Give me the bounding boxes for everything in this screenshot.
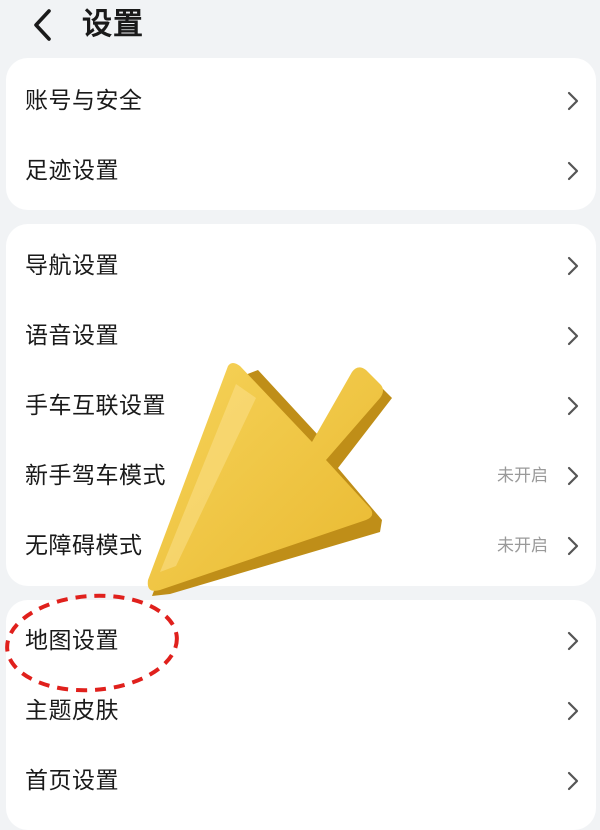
chevron-right-icon xyxy=(567,631,579,651)
settings-item-footprint[interactable]: 足迹设置 xyxy=(6,136,596,206)
settings-item-label: 无障碍模式 xyxy=(25,533,143,559)
settings-item-label: 地图设置 xyxy=(25,628,119,654)
settings-item-label: 语音设置 xyxy=(25,323,119,349)
settings-item-label: 足迹设置 xyxy=(25,158,119,184)
status-text: 未开启 xyxy=(497,466,548,486)
settings-item-theme[interactable]: 主题皮肤 xyxy=(6,676,596,746)
settings-item-label: 导航设置 xyxy=(25,253,119,279)
settings-item-label: 主题皮肤 xyxy=(25,698,119,724)
chevron-right-icon xyxy=(567,326,579,346)
back-button[interactable] xyxy=(22,4,62,46)
settings-item-car-connect[interactable]: 手车互联设置 xyxy=(6,371,596,441)
top-bar: 设置 xyxy=(0,0,600,52)
settings-item-label: 新手驾车模式 xyxy=(25,463,166,489)
settings-item-homepage[interactable]: 首页设置 xyxy=(6,746,596,816)
settings-item-map[interactable]: 地图设置 xyxy=(6,606,596,676)
settings-item-voice[interactable]: 语音设置 xyxy=(6,301,596,371)
settings-item-label: 账号与安全 xyxy=(25,88,143,114)
settings-group-driving: 导航设置 语音设置 手车互联设置 新手驾车模式 未开启 无障碍模式 未开启 xyxy=(6,224,596,586)
settings-item-novice-mode[interactable]: 新手驾车模式 未开启 xyxy=(6,441,596,511)
chevron-right-icon xyxy=(567,701,579,721)
chevron-right-icon xyxy=(567,536,579,556)
settings-group-account: 账号与安全 足迹设置 xyxy=(6,58,596,210)
page-title: 设置 xyxy=(82,7,144,42)
settings-item-label: 首页设置 xyxy=(25,768,119,794)
settings-item-account-security[interactable]: 账号与安全 xyxy=(6,66,596,136)
chevron-right-icon xyxy=(567,91,579,111)
chevron-left-icon xyxy=(34,9,51,41)
settings-item-accessibility-mode[interactable]: 无障碍模式 未开启 xyxy=(6,511,596,581)
chevron-right-icon xyxy=(567,256,579,276)
status-text: 未开启 xyxy=(497,536,548,556)
chevron-right-icon xyxy=(567,466,579,486)
settings-item-navigation[interactable]: 导航设置 xyxy=(6,231,596,301)
settings-group-display: 地图设置 主题皮肤 首页设置 xyxy=(6,600,596,830)
chevron-right-icon xyxy=(567,161,579,181)
chevron-right-icon xyxy=(567,396,579,416)
settings-item-label: 手车互联设置 xyxy=(25,393,166,419)
chevron-right-icon xyxy=(567,771,579,791)
